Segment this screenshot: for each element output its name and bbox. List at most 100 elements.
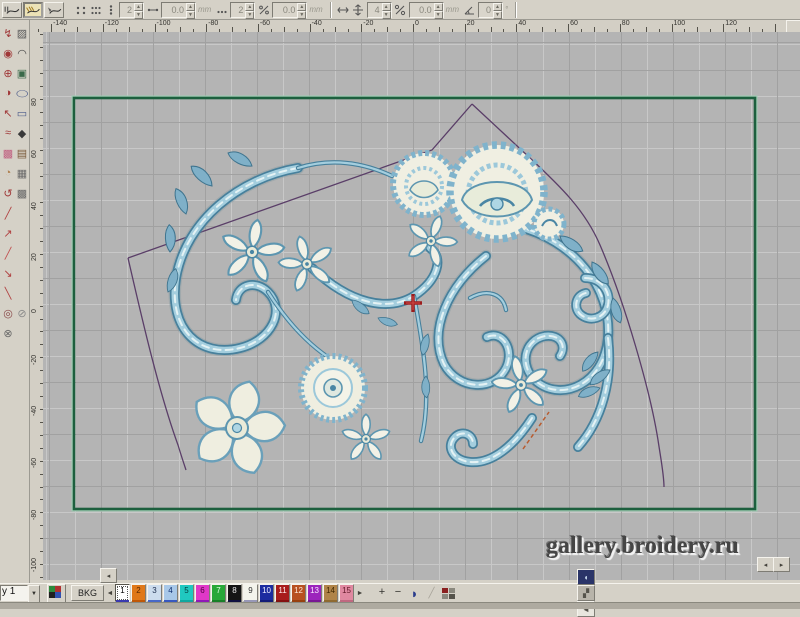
- angle-icon[interactable]: [463, 3, 476, 17]
- grab-tool[interactable]: ◔: [1, 164, 15, 182]
- endpoints-icon[interactable]: [74, 3, 87, 17]
- palette-grid-icon[interactable]: [47, 583, 66, 603]
- target-stitch-tool[interactable]: ⊗: [1, 324, 15, 342]
- corner-scroll-right-button[interactable]: ▸: [773, 557, 790, 572]
- left-toolbar-row: ╱: [0, 244, 29, 264]
- pan-hand-icon[interactable]: ◗: [407, 586, 422, 601]
- midpoints-icon[interactable]: [89, 3, 102, 17]
- watermark-text: gallery.broidery.ru: [546, 533, 739, 559]
- color-swatch-6[interactable]: 6: [195, 584, 211, 602]
- color-swatch-3[interactable]: 3: [147, 584, 163, 602]
- photo-tool[interactable]: ▦: [15, 164, 29, 182]
- freehand-tool[interactable]: ↖: [1, 104, 15, 122]
- wave-stitch-tool[interactable]: ≈: [1, 124, 15, 142]
- color-swatch-12[interactable]: 12: [291, 584, 307, 602]
- repeat-spinner[interactable]: ▲ ▼: [134, 2, 143, 19]
- pen-stitch-tool[interactable]: ╲: [1, 284, 15, 302]
- angle-spinner[interactable]: ▲ ▼: [492, 2, 502, 19]
- layer-combobox[interactable]: y 1 ▼: [0, 585, 40, 603]
- line-stitch-tool-3[interactable]: ╱: [1, 244, 15, 262]
- v-ruler-label: 60: [31, 150, 38, 158]
- color-swatch-1[interactable]: 1: [115, 584, 131, 602]
- percent-icon[interactable]: [394, 3, 407, 17]
- angle-field[interactable]: 0 ▲ ▼: [477, 1, 503, 19]
- satin-stitch-button[interactable]: [23, 1, 43, 18]
- figures-tool[interactable]: ▤: [15, 144, 29, 162]
- color-swatch-11[interactable]: 11: [275, 584, 291, 602]
- v-ruler-label: -100: [31, 557, 38, 572]
- background-color-button[interactable]: BKG: [71, 585, 105, 601]
- embroidery-design: [162, 141, 627, 489]
- line-stitch-tool-4[interactable]: ↘: [1, 264, 15, 282]
- line-stitch-tool-1[interactable]: ╱: [1, 204, 15, 222]
- mm-label-1: mm: [198, 5, 212, 14]
- pattern-fill-tool[interactable]: ▩: [15, 184, 29, 202]
- offset-field[interactable]: 0.0 ▲ ▼: [408, 1, 444, 19]
- repeat-count-field[interactable]: 2 ▲ ▼: [119, 1, 144, 19]
- v-ruler-label: -60: [31, 457, 38, 469]
- left-toolbar-row: ≈ ◆: [0, 124, 29, 144]
- left-toolbar-row: ↺ ▩: [0, 184, 29, 204]
- color-swatch-13[interactable]: 13: [307, 584, 323, 602]
- line-stitch-tool-2[interactable]: ↗: [1, 224, 15, 242]
- palette-prev-icon[interactable]: ◄: [106, 590, 114, 597]
- stitch-length-spinner[interactable]: ▲ ▼: [186, 2, 195, 19]
- insert-image-tool[interactable]: ▣: [15, 64, 29, 82]
- hatch-fill-tool[interactable]: ▨: [15, 24, 29, 42]
- color-swatch-2[interactable]: 2: [131, 584, 147, 602]
- mannequin-tool[interactable]: ▩: [1, 144, 15, 162]
- app-icon-navigator[interactable]: ◖: [577, 569, 596, 585]
- move-vertical-icon[interactable]: [352, 3, 365, 17]
- leaf-object-tool[interactable]: ◆: [15, 124, 29, 142]
- color-swatch-5[interactable]: 5: [179, 584, 195, 602]
- zoom-out-button[interactable]: −: [391, 585, 405, 601]
- h-ruler-label: 120: [725, 20, 737, 27]
- color-swatch-7[interactable]: 7: [211, 584, 227, 602]
- magic-fill-tool[interactable]: ⊕: [1, 64, 15, 82]
- density-spinner[interactable]: ▲ ▼: [381, 2, 391, 19]
- satin-stitch-icon: [26, 6, 40, 14]
- node-edit-tool[interactable]: ◉: [1, 44, 15, 62]
- layer-combobox-dropdown-icon[interactable]: ▼: [28, 585, 40, 603]
- width-field[interactable]: 0.0 ▲ ▼: [272, 1, 308, 19]
- ellipse-tool[interactable]: ◯: [15, 87, 29, 98]
- split-stitch-tool[interactable]: ◑: [1, 84, 15, 102]
- palette-next-icon[interactable]: ►: [356, 590, 364, 597]
- degree-label: °: [504, 5, 509, 14]
- h-ruler-label: 60: [570, 20, 578, 27]
- rectangle-tool[interactable]: ▭: [15, 104, 29, 122]
- h-ruler-label: 40: [518, 20, 527, 27]
- stitch-select-tool[interactable]: ↯: [1, 24, 15, 42]
- run-stitch-button[interactable]: [2, 1, 22, 18]
- circle-disabled-tool[interactable]: ⊘: [15, 304, 29, 322]
- corner-scroll-left-button[interactable]: ◂: [757, 557, 774, 572]
- more-options-icon[interactable]: [215, 3, 228, 17]
- design-workspace[interactable]: gallery.broidery.ru ◂ ◂ ▸: [43, 32, 800, 583]
- move-horizontal-icon[interactable]: [337, 3, 350, 17]
- density-field[interactable]: 4 ▲ ▼: [366, 1, 392, 19]
- order-field[interactable]: 2 ▲ ▼: [230, 1, 256, 19]
- color-swatch-9[interactable]: 9: [243, 584, 259, 602]
- width-spinner[interactable]: ▲ ▼: [297, 2, 307, 19]
- circle-outline-tool[interactable]: ◎: [1, 304, 15, 322]
- color-swatch-15[interactable]: 15: [339, 584, 355, 602]
- stitch-length-icon[interactable]: [146, 3, 159, 17]
- color-swatch-4[interactable]: 4: [163, 584, 179, 602]
- zoom-in-button[interactable]: +: [375, 585, 389, 601]
- app-icon-manager[interactable]: ▞: [577, 585, 596, 601]
- h-ruler-label: -80: [208, 20, 219, 27]
- curve-stitch-button[interactable]: [44, 1, 64, 18]
- order-spinner[interactable]: ▲ ▼: [245, 2, 255, 19]
- scroll-left-button[interactable]: ◂: [100, 568, 117, 583]
- column-dots-icon[interactable]: [104, 3, 117, 17]
- windows-layout-icon[interactable]: [441, 586, 456, 601]
- back-curve-tool[interactable]: ↺: [1, 184, 15, 202]
- arc-tool[interactable]: ◠: [15, 44, 29, 62]
- offset-spinner[interactable]: ▲ ▼: [433, 2, 443, 19]
- color-swatch-10[interactable]: 10: [259, 584, 275, 602]
- stitch-length-field[interactable]: 0.0 ▲ ▼: [161, 1, 196, 19]
- design-canvas[interactable]: [43, 32, 800, 580]
- color-swatch-8[interactable]: 8: [227, 584, 243, 602]
- color-swatch-14[interactable]: 14: [323, 584, 339, 602]
- density-icon[interactable]: [257, 3, 270, 17]
